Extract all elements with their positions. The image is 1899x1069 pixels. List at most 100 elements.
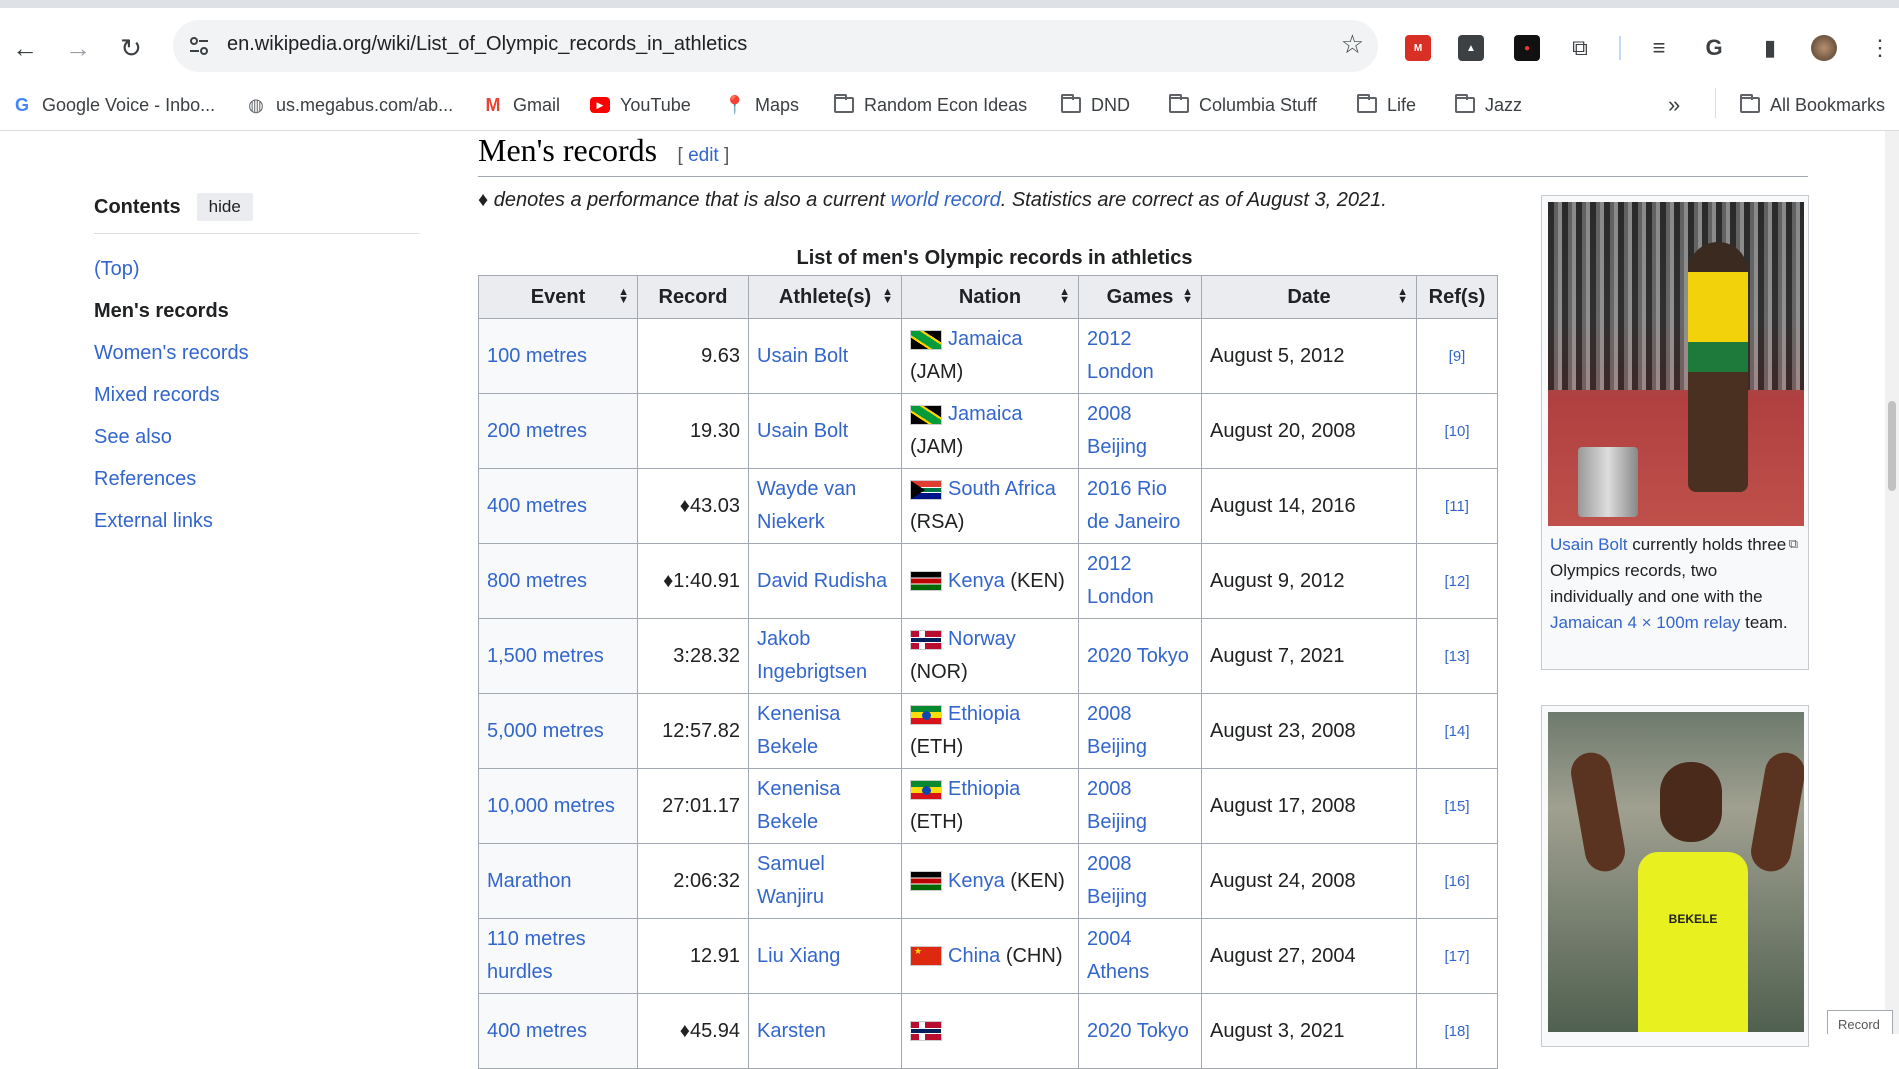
event-link[interactable]: 800 metres (487, 570, 587, 592)
flag-icon[interactable] (910, 329, 942, 350)
athlete-link[interactable]: Karsten (757, 1020, 826, 1042)
sort-icon[interactable]: ▲ ▼ (618, 287, 629, 306)
header-games[interactable]: Games ▲ ▼ (1078, 275, 1202, 319)
ref-link[interactable]: [15] (1444, 798, 1469, 815)
usain-bolt-photo[interactable] (1548, 202, 1804, 526)
extensions-puzzle-icon[interactable]: ⧉ (1566, 34, 1594, 62)
toc-item[interactable]: See also (94, 416, 419, 458)
ref-link[interactable]: [14] (1444, 723, 1469, 740)
event-link[interactable]: 5,000 metres (487, 720, 604, 742)
nation-link[interactable]: China (948, 945, 1000, 967)
all-bookmarks-button[interactable]: All Bookmarks (1740, 90, 1885, 120)
extension-dark-icon[interactable]: ● (1513, 34, 1541, 62)
nation-link[interactable]: South Africa (948, 478, 1056, 500)
url-text[interactable]: en.wikipedia.org/wiki/List_of_Olympic_re… (227, 33, 747, 56)
games-link[interactable]: 2020 Tokyo (1087, 645, 1189, 667)
scrollbar-thumb[interactable] (1888, 401, 1896, 491)
event-link[interactable]: 1,500 metres (487, 645, 604, 667)
nation-link[interactable]: Ethiopia (948, 703, 1020, 725)
games-link[interactable]: 2016 Rio de Janeiro (1087, 478, 1180, 533)
reload-button[interactable]: ↻ (113, 30, 149, 66)
nation-link[interactable]: Kenya (948, 570, 1005, 592)
flag-icon[interactable] (910, 871, 942, 892)
games-link[interactable]: 2008 Beijing (1087, 853, 1147, 908)
toc-hide-button[interactable]: hide (196, 193, 253, 221)
ref-link[interactable]: [13] (1444, 648, 1469, 665)
flag-icon[interactable] (910, 779, 942, 800)
games-link[interactable]: 2020 Tokyo (1087, 1020, 1189, 1042)
sort-icon[interactable]: ▲ ▼ (1059, 287, 1070, 306)
flag-icon[interactable] (910, 629, 942, 650)
games-link[interactable]: 2008 Beijing (1087, 403, 1147, 458)
world-record-link[interactable]: world record (891, 189, 1001, 211)
flag-icon[interactable] (910, 479, 942, 500)
header-athlete[interactable]: Athlete(s) ▲ ▼ (748, 275, 902, 319)
extension-a-icon[interactable]: ▲ (1457, 34, 1485, 62)
page-scrollbar[interactable] (1885, 131, 1899, 1034)
flag-icon[interactable] (910, 704, 942, 725)
nation-link[interactable]: Jamaica (948, 403, 1022, 425)
ref-link[interactable]: [17] (1444, 948, 1469, 965)
athlete-link[interactable]: Kenenisa Bekele (757, 778, 840, 833)
reading-list-icon[interactable]: ≡ (1645, 34, 1673, 62)
event-link[interactable]: 100 metres (487, 345, 587, 367)
games-link[interactable]: 2012 London (1087, 328, 1154, 383)
edit-link[interactable]: edit (688, 145, 719, 166)
flag-icon[interactable] (910, 1021, 942, 1042)
ref-link[interactable]: [18] (1444, 1023, 1469, 1040)
event-link[interactable]: 200 metres (487, 420, 587, 442)
ref-link[interactable]: [16] (1444, 873, 1469, 890)
flag-icon[interactable] (910, 571, 942, 592)
games-link[interactable]: 2008 Beijing (1087, 778, 1147, 833)
enlarge-icon[interactable]: ⧉ (1789, 536, 1798, 552)
jamaican-relay-link[interactable]: Jamaican 4 × 100m relay (1550, 613, 1740, 632)
sort-icon[interactable]: ▲ ▼ (1397, 287, 1408, 306)
grammarly-icon[interactable]: G (1700, 34, 1728, 62)
event-link[interactable]: 400 metres (487, 495, 587, 517)
flag-icon[interactable] (910, 945, 942, 967)
bookmark-folder-jazz[interactable]: Jazz (1455, 90, 1522, 120)
forward-button[interactable]: → (60, 30, 96, 66)
bookmark-youtube[interactable]: ▶ YouTube (590, 90, 691, 120)
kenenisa-bekele-photo[interactable]: BEKELE (1548, 712, 1804, 1032)
games-link[interactable]: 2012 London (1087, 553, 1154, 608)
bookmark-gmail[interactable]: M Gmail (483, 90, 561, 120)
nation-link[interactable]: Jamaica (948, 328, 1022, 350)
athlete-link[interactable]: Samuel Wanjiru (757, 853, 825, 908)
header-event[interactable]: Event ▲ ▼ (478, 275, 638, 319)
toc-item[interactable]: Women's records (94, 332, 419, 374)
bookmark-folder-dnd[interactable]: DND (1061, 90, 1130, 120)
athlete-link[interactable]: Wayde van Niekerk (757, 478, 856, 533)
toc-item[interactable]: (Top) (94, 248, 419, 290)
nation-link[interactable]: Ethiopia (948, 778, 1020, 800)
extension-red-icon[interactable]: M (1404, 34, 1432, 62)
back-button[interactable]: ← (7, 30, 43, 66)
games-link[interactable]: 2008 Beijing (1087, 703, 1147, 758)
bookmark-maps[interactable]: 📍 Maps (724, 90, 799, 120)
athlete-link[interactable]: Usain Bolt (757, 420, 848, 442)
toc-item[interactable]: External links (94, 500, 419, 542)
athlete-link[interactable]: Liu Xiang (757, 945, 840, 967)
toc-item[interactable]: Men's records (94, 290, 419, 332)
ref-link[interactable]: [12] (1444, 573, 1469, 590)
athlete-link[interactable]: Usain Bolt (757, 345, 848, 367)
ref-link[interactable]: [9] (1449, 348, 1466, 365)
sort-icon[interactable]: ▲ ▼ (1182, 287, 1193, 306)
event-link[interactable]: 400 metres (487, 1020, 587, 1042)
bookmark-star-icon[interactable]: ☆ (1341, 29, 1364, 60)
side-panel-icon[interactable]: ▮ (1756, 34, 1784, 62)
nation-link[interactable]: Kenya (948, 870, 1005, 892)
bookmark-google-voice[interactable]: G Google Voice - Inbo... (12, 90, 215, 120)
bookmark-megabus[interactable]: ◍ us.megabus.com/ab... (246, 90, 453, 120)
header-nation[interactable]: Nation ▲ ▼ (901, 275, 1079, 319)
flag-icon[interactable] (910, 404, 942, 425)
games-link[interactable]: 2004 Athens (1087, 928, 1149, 983)
event-link[interactable]: Marathon (487, 870, 572, 892)
record-button[interactable]: Record (1827, 1010, 1893, 1034)
bookmark-folder-random-econ[interactable]: Random Econ Ideas (834, 90, 1027, 120)
event-link[interactable]: 10,000 metres (487, 795, 615, 817)
sort-icon[interactable]: ▲ ▼ (882, 287, 893, 306)
ref-link[interactable]: [10] (1444, 423, 1469, 440)
nation-link[interactable]: Norway (948, 628, 1016, 650)
ref-link[interactable]: [11] (1445, 498, 1469, 515)
